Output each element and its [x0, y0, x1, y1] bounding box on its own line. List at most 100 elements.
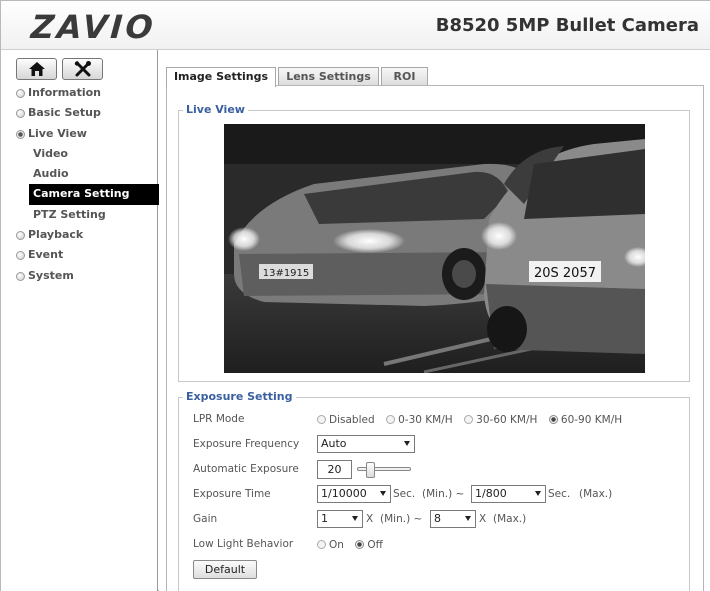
sidebar-item-playback[interactable]: Playback: [1, 225, 158, 245]
low-light-options: On Off: [317, 538, 391, 551]
bullet-icon: [16, 89, 25, 98]
select-value: 1: [321, 512, 328, 525]
radio-icon: [464, 415, 474, 424]
sidebar-item-label: Playback: [28, 228, 84, 242]
home-button[interactable]: [16, 58, 57, 80]
radio-icon: [317, 415, 326, 424]
page-title: B8520 5MP Bullet Camera: [435, 15, 699, 36]
low-light-option-off[interactable]: Off: [355, 538, 391, 551]
live-video-stream[interactable]: 13#1915 20S 2057: [224, 124, 645, 373]
exposure-frequency-row: Exposure Frequency Auto: [193, 435, 683, 455]
radio-selected-icon: [355, 540, 365, 549]
bullet-icon: [16, 231, 25, 241]
lpr-mode-row: LPR Mode Disabled 0-30 KM/H 30-60 KM/H 6…: [193, 410, 683, 430]
bullet-icon: [16, 251, 25, 261]
slider-thumb[interactable]: [366, 462, 375, 478]
app-window: ZAVIO B8520 5MP Bullet Camera Informatio…: [0, 0, 710, 591]
unit-label: X: [479, 513, 487, 525]
unit-label: Sec.: [393, 488, 416, 500]
automatic-exposure-row: Automatic Exposure 20: [193, 460, 683, 480]
sidebar-subitem-video[interactable]: Video: [1, 144, 158, 164]
chevron-down-icon: [352, 516, 358, 521]
sidebar-subitem-audio[interactable]: Audio: [1, 164, 158, 184]
tab-panel: Live View 13#1915 20S 2057 Exposure Sett…: [166, 85, 704, 591]
exposure-frequency-label: Exposure Frequency: [193, 438, 300, 450]
min-label: (Min.) ~: [422, 488, 465, 500]
low-light-row: Low Light Behavior On Off: [193, 535, 683, 555]
lpr-option-label: Disabled: [329, 414, 375, 426]
sidebar-item-system[interactable]: System: [1, 266, 158, 286]
plate-text: 13#1915: [263, 268, 310, 279]
plate-text: 20S 2057: [534, 266, 596, 281]
gain-min-select[interactable]: 1: [317, 510, 363, 528]
select-value: 1/800: [475, 487, 507, 500]
exposure-setting-legend: Exposure Setting: [183, 390, 296, 403]
tab-lens-settings[interactable]: Lens Settings: [278, 67, 379, 86]
low-light-option-on[interactable]: On: [317, 538, 352, 551]
lpr-mode-options: Disabled 0-30 KM/H 30-60 KM/H 60-90 KM/H: [317, 413, 630, 426]
select-value: 1/10000: [321, 487, 367, 500]
tools-icon: [74, 61, 91, 77]
unit-label: X: [366, 513, 374, 525]
gain-label: Gain: [193, 513, 218, 525]
sidebar-item-label: Event: [28, 248, 64, 262]
exposure-time-row: Exposure Time 1/10000 Sec. (Min.) ~ 1/80…: [193, 485, 683, 505]
low-light-label: Low Light Behavior: [193, 538, 294, 550]
max-label: (Max.): [493, 513, 527, 525]
settings-button[interactable]: [62, 58, 103, 80]
exposure-time-min-select[interactable]: 1/10000: [317, 485, 391, 503]
sidebar-subitem-ptz-setting[interactable]: PTZ Setting: [1, 205, 158, 225]
default-button[interactable]: Default: [193, 560, 257, 579]
low-light-option-label: On: [329, 539, 344, 551]
select-value: 8: [434, 512, 441, 525]
bullet-icon: [16, 109, 25, 119]
gain-row: Gain 1 X (Min.) ~ 8 X (Max.): [193, 510, 683, 530]
sidebar-item-information[interactable]: Information: [1, 83, 158, 103]
chevron-down-icon: [535, 491, 541, 496]
header-bar: ZAVIO B8520 5MP Bullet Camera: [1, 1, 710, 50]
min-label: (Min.) ~: [380, 513, 423, 525]
exposure-frequency-select[interactable]: Auto: [317, 435, 415, 453]
select-value: Auto: [321, 437, 347, 450]
max-label: (Max.): [579, 488, 613, 500]
automatic-exposure-input[interactable]: 20: [317, 460, 352, 479]
bullet-icon: [16, 271, 25, 281]
main-content: Image Settings Lens Settings ROI Live Vi…: [159, 50, 710, 591]
automatic-exposure-label: Automatic Exposure: [193, 463, 299, 475]
video-frame: 13#1915 20S 2057: [224, 124, 645, 373]
lpr-option-label: 30-60 KM/H: [476, 414, 538, 426]
exposure-time-label: Exposure Time: [193, 488, 271, 500]
sidebar-item-label: Information: [28, 86, 101, 99]
lpr-option-0-30[interactable]: 0-30 KM/H: [386, 413, 461, 426]
radio-icon: [317, 540, 326, 549]
lpr-mode-label: LPR Mode: [193, 413, 245, 425]
lpr-option-60-90[interactable]: 60-90 KM/H: [548, 413, 630, 426]
sidebar-item-label: Live View: [28, 126, 87, 140]
sidebar-item-basic-setup[interactable]: Basic Setup: [1, 103, 158, 123]
sidebar-item-event[interactable]: Event: [1, 245, 158, 265]
gain-max-select[interactable]: 8: [430, 510, 476, 528]
tab-roi[interactable]: ROI: [381, 67, 428, 86]
lpr-option-label: 0-30 KM/H: [398, 414, 453, 426]
sidebar-item-label: System: [28, 268, 74, 282]
brand-logo: ZAVIO: [29, 8, 158, 46]
bullet-selected-icon: [16, 129, 25, 139]
lpr-option-disabled[interactable]: Disabled: [317, 413, 383, 426]
lpr-option-30-60[interactable]: 30-60 KM/H: [464, 413, 545, 426]
sidebar: Information Basic Setup Live View Video …: [1, 50, 166, 591]
live-view-legend: Live View: [183, 103, 248, 116]
live-view-section: Live View 13#1915 20S 2057: [178, 103, 690, 382]
low-light-option-label: Off: [367, 539, 383, 551]
exposure-time-max-select[interactable]: 1/800: [471, 485, 546, 503]
sidebar-item-label: Basic Setup: [28, 106, 101, 120]
sidebar-subitem-camera-setting[interactable]: Camera Setting: [29, 184, 166, 205]
tab-image-settings[interactable]: Image Settings: [166, 67, 276, 87]
sidebar-item-live-view[interactable]: Live View: [1, 124, 158, 144]
radio-selected-icon: [548, 415, 558, 424]
exposure-setting-section: Exposure Setting LPR Mode Disabled 0-30 …: [178, 390, 690, 591]
chevron-down-icon: [380, 491, 386, 496]
sidebar-nav: Information Basic Setup Live View Video …: [1, 83, 166, 286]
home-icon: [28, 62, 45, 76]
lpr-option-label: 60-90 KM/H: [560, 414, 623, 426]
unit-label: Sec.: [548, 488, 571, 500]
